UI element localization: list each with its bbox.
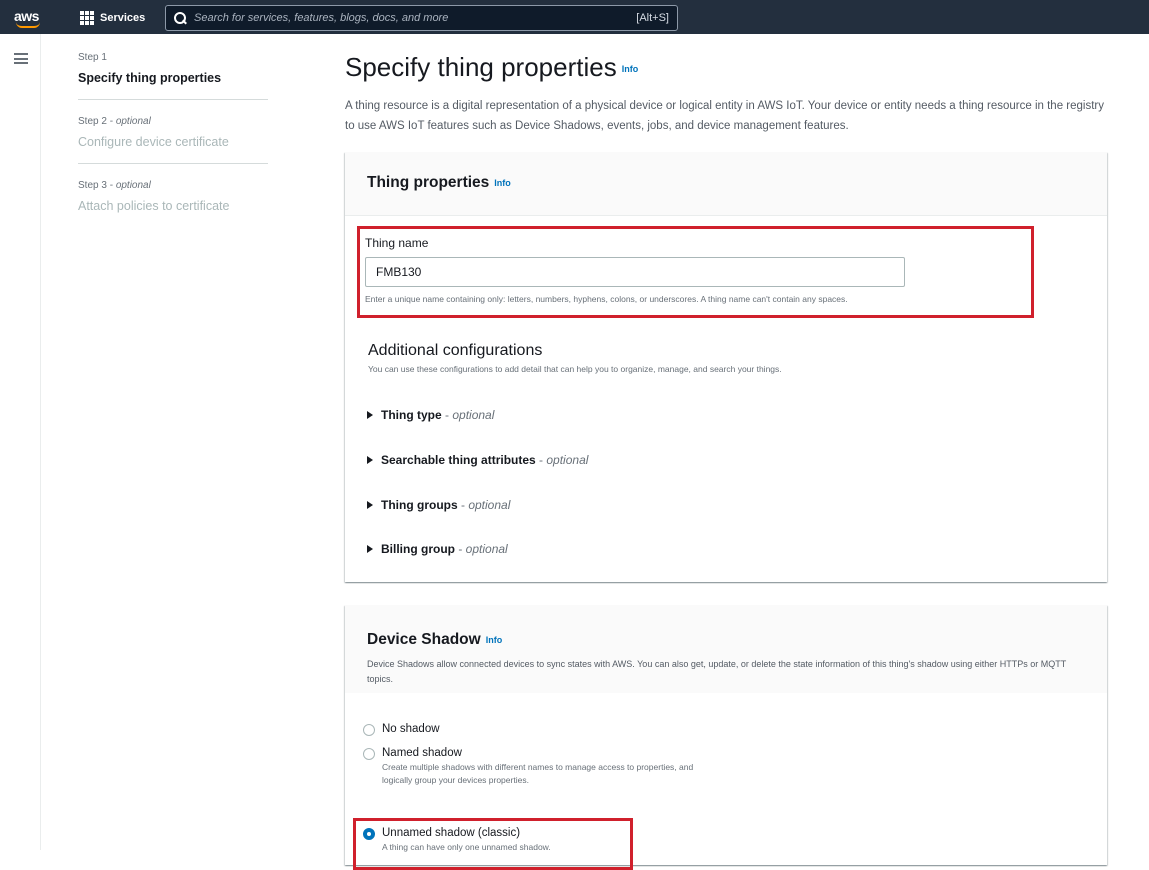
- device-shadow-panel: Device Shadow Info Device Shadows allow c…: [345, 605, 1107, 870]
- billing-group-expander[interactable]: Billing group - optional: [367, 542, 508, 556]
- additional-configurations: Additional configurations You can use th…: [368, 342, 1088, 374]
- step-3: Step 3 - optional Attach policies to cer…: [78, 180, 268, 213]
- aws-logo[interactable]: aws: [14, 8, 48, 28]
- step-2: Step 2 - optional Configure device certi…: [78, 116, 268, 149]
- no-shadow-option[interactable]: No shadow: [363, 723, 440, 736]
- radio-button[interactable]: [363, 748, 375, 760]
- search-shortcut-hint: [Alt+S]: [636, 12, 669, 24]
- thing-name-input[interactable]: [365, 257, 905, 287]
- named-shadow-option[interactable]: Named shadow Create multiple shadows wit…: [363, 747, 712, 787]
- info-link[interactable]: Info: [494, 178, 511, 188]
- step-title: Attach policies to certificate: [78, 199, 230, 213]
- searchable-attributes-expander[interactable]: Searchable thing attributes - optional: [367, 453, 588, 467]
- panel-header: Thing properties Info: [345, 152, 1107, 216]
- additional-configurations-title: Additional configurations: [368, 342, 543, 359]
- option-label: Named shadow: [382, 747, 462, 759]
- page-title: Specify thing properties Info: [345, 52, 639, 82]
- option-label: Unnamed shadow (classic): [382, 827, 521, 839]
- caret-right-icon: [367, 456, 373, 464]
- radio-button-selected[interactable]: [363, 828, 375, 840]
- wizard-steps-nav: Step 1 Specify thing properties Step 2 -…: [78, 52, 268, 213]
- device-shadow-description: Device Shadows allow connected devices t…: [367, 659, 1067, 684]
- logo-smile-icon: [16, 22, 40, 28]
- thing-name-hint: Enter a unique name containing only: let…: [365, 294, 848, 304]
- thing-properties-panel: Thing propertiesInfo Thing name Enter a …: [345, 152, 1107, 582]
- side-rail-divider: [40, 34, 41, 850]
- panel-title: Thing properties Info: [367, 174, 511, 191]
- step-title: Configure device certificate: [78, 135, 229, 149]
- grid-icon: [80, 11, 94, 25]
- search-icon: [174, 12, 186, 24]
- step-label: Step 1: [78, 52, 107, 63]
- search-bar[interactable]: [Alt+S]: [165, 5, 678, 31]
- menu-icon[interactable]: [14, 53, 28, 64]
- panel-title: Device Shadow Info: [367, 631, 503, 648]
- top-navigation-bar: aws Services [Alt+S]: [0, 0, 1149, 34]
- info-link[interactable]: Info: [622, 64, 639, 74]
- thing-type-expander[interactable]: Thing type - optional: [367, 408, 494, 422]
- caret-right-icon: [367, 545, 373, 553]
- step-label: Step 2 - optional: [78, 116, 151, 127]
- page-description: A thing resource is a digital representa…: [345, 100, 1104, 132]
- step-label: Step 3 - optional: [78, 180, 151, 191]
- thing-name-label: Thing name: [365, 236, 429, 250]
- caret-right-icon: [367, 501, 373, 509]
- caret-right-icon: [367, 411, 373, 419]
- additional-configurations-description: You can use these configurations to add …: [368, 364, 782, 374]
- services-menu-button[interactable]: Services: [80, 8, 145, 28]
- step-1: Step 1 Specify thing properties: [78, 52, 268, 85]
- radio-button[interactable]: [363, 724, 375, 736]
- services-label: Services: [100, 12, 146, 24]
- thing-name-field-highlight: Thing name Enter a unique name containin…: [357, 226, 1034, 318]
- step-divider: [78, 163, 268, 164]
- info-link[interactable]: Info: [486, 635, 503, 645]
- option-description: A thing can have only one unnamed shadow…: [382, 842, 551, 852]
- search-input[interactable]: [194, 12, 629, 24]
- step-title: Specify thing properties: [78, 71, 222, 85]
- step-divider: [78, 99, 268, 100]
- option-label: No shadow: [382, 723, 440, 735]
- thing-groups-expander[interactable]: Thing groups - optional: [367, 498, 510, 512]
- option-description: Create multiple shadows with different n…: [382, 762, 694, 785]
